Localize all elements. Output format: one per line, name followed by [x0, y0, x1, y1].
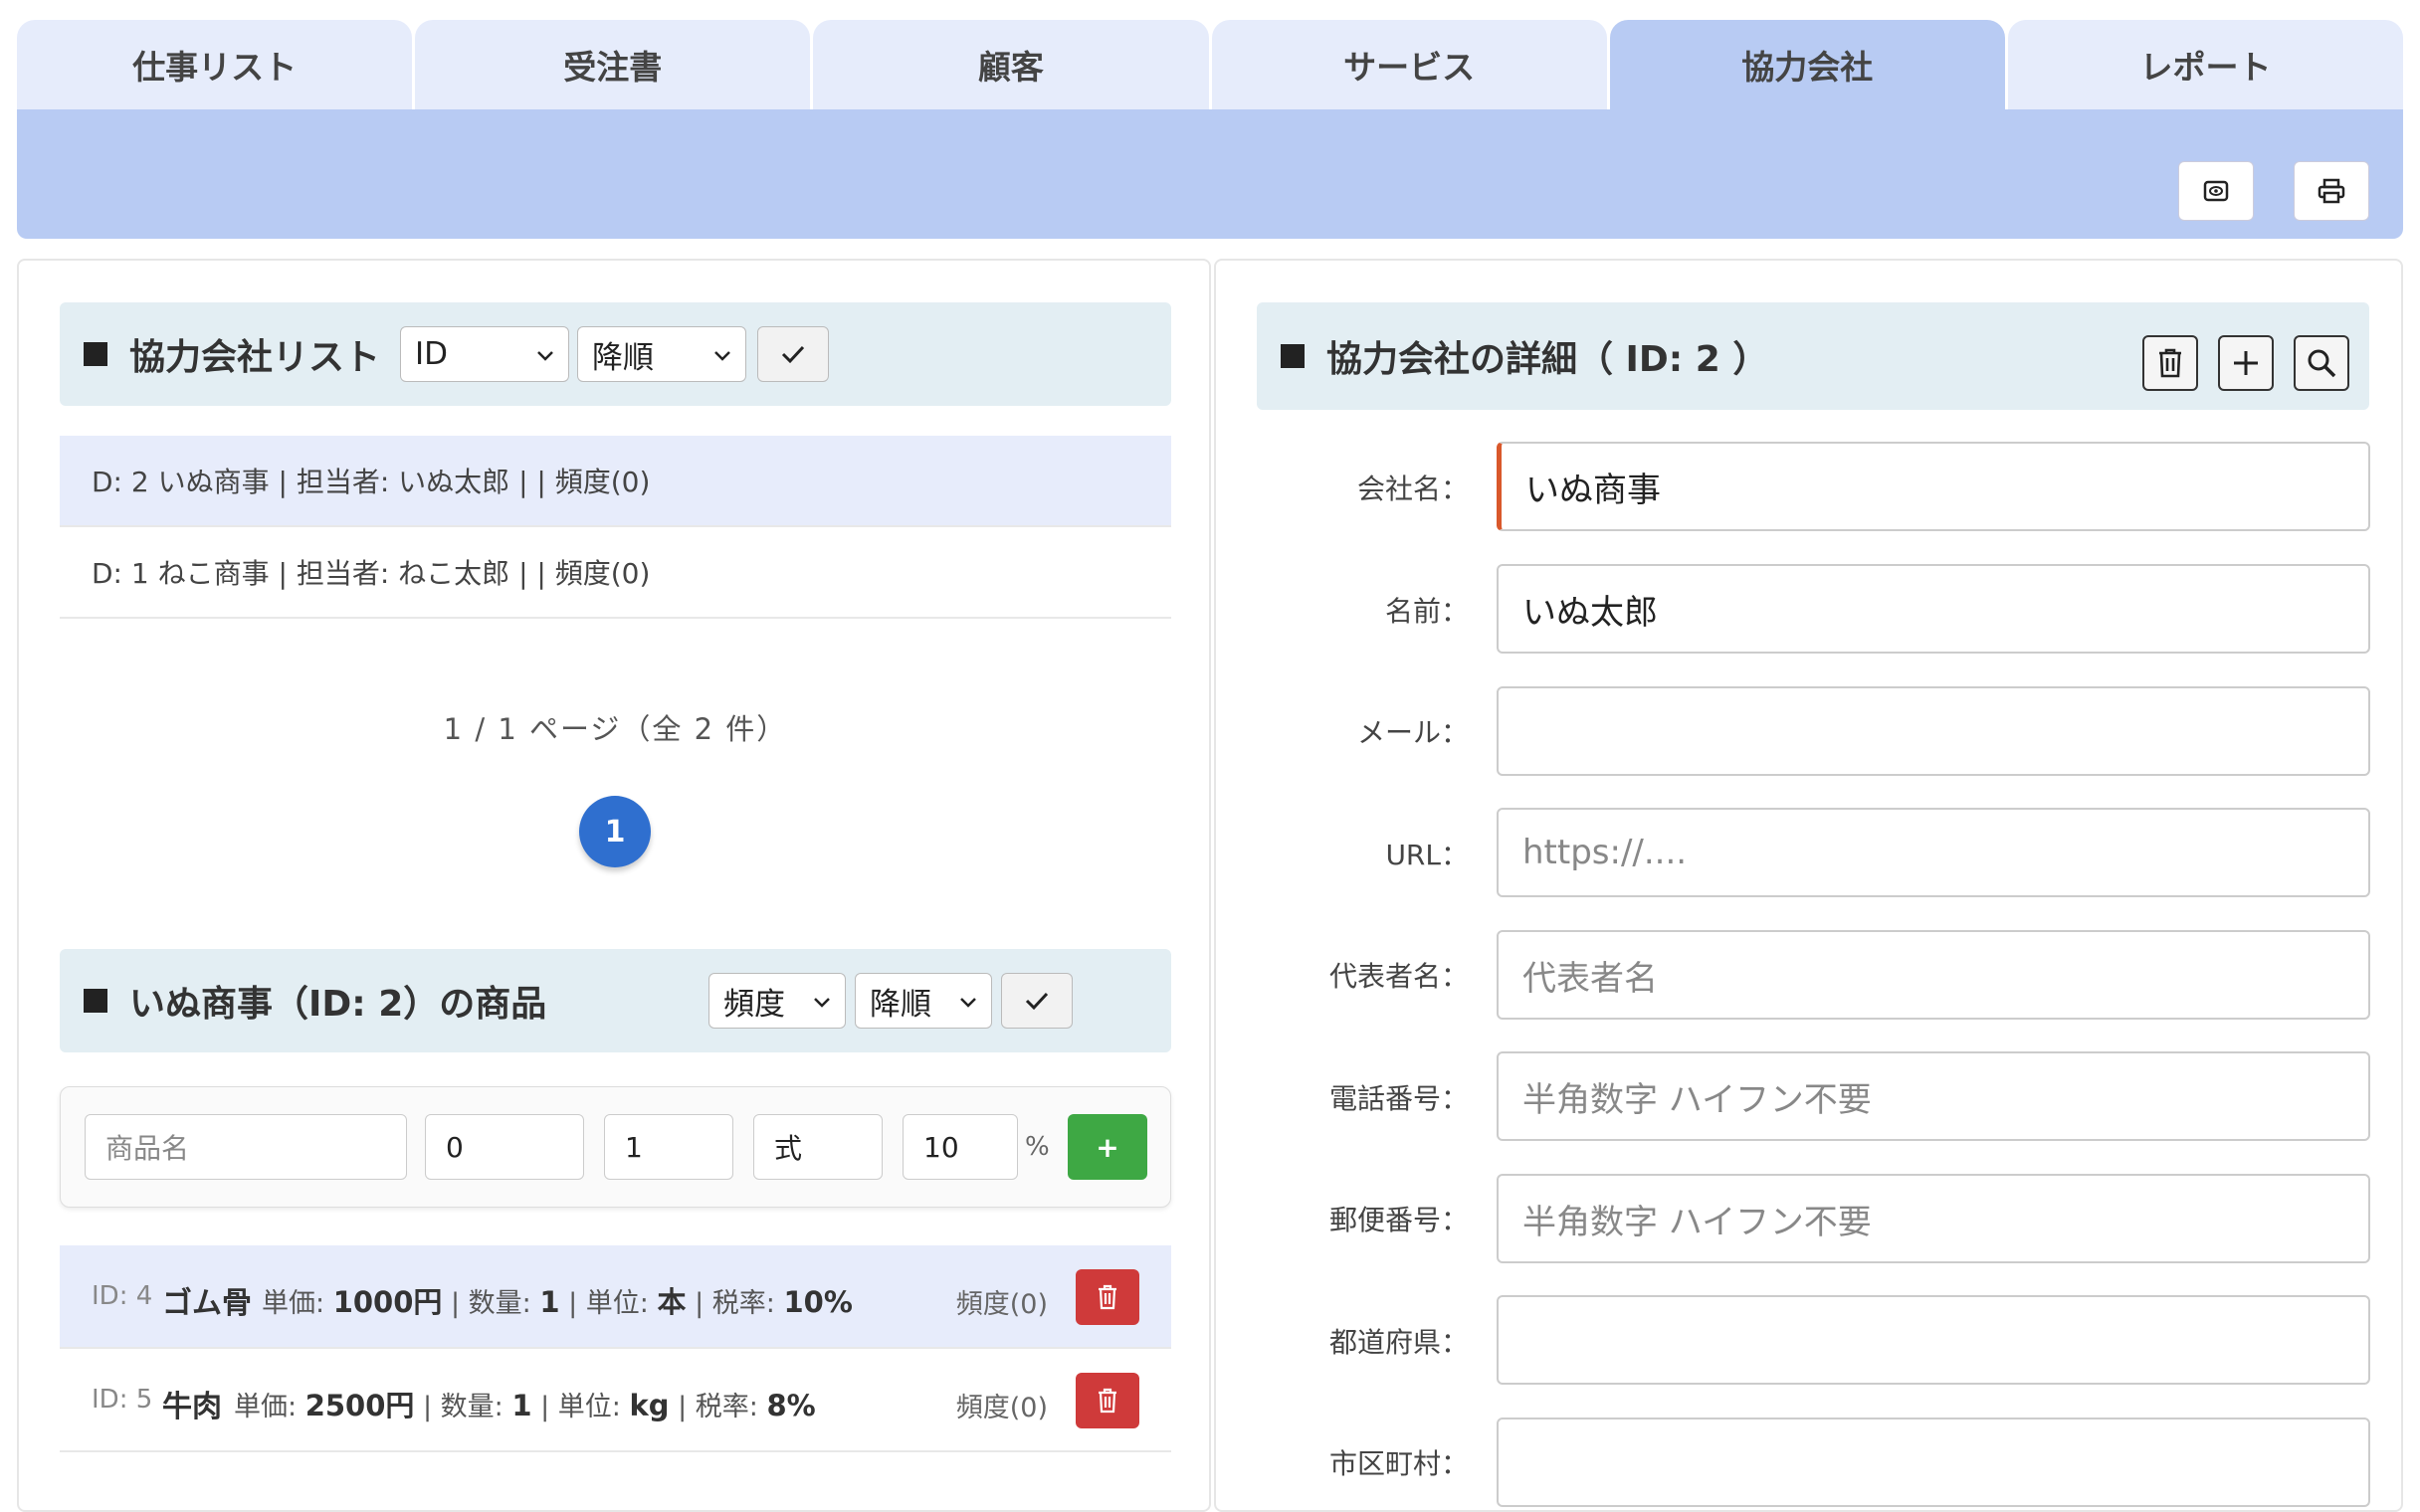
field-label-company: 会社名：: [1356, 472, 1469, 505]
check-icon: [1025, 992, 1049, 1011]
product-frequency: 頻度(0): [955, 1393, 1048, 1423]
add-partner-button[interactable]: [2218, 335, 2274, 391]
square-bullet-icon: [1281, 344, 1305, 368]
field-label-city: 市区町村：: [1328, 1447, 1469, 1480]
field-label-phone: 電話番号：: [1328, 1082, 1469, 1115]
delete-product-button[interactable]: [1076, 1373, 1139, 1428]
contact-name-field[interactable]: いぬ太郎: [1497, 564, 2370, 654]
field-label-email: メール：: [1356, 716, 1469, 749]
sort-order-value: 降順: [870, 986, 931, 1023]
printer-icon: [2318, 178, 2345, 204]
field-label-prefecture: 都道府県：: [1328, 1326, 1469, 1359]
product-meta: 単価: 2500円 | 数量: 1 | 単位: kg | 税率: 8%: [234, 1389, 816, 1422]
delete-product-button[interactable]: [1076, 1269, 1139, 1325]
product-row[interactable]: ID: 4 ゴム骨 単価: 1000円 | 数量: 1 | 単位: 本 | 税率…: [60, 1245, 1171, 1349]
product-id: ID: 5: [92, 1385, 153, 1415]
field-label-url: URL：: [1385, 839, 1469, 871]
quantity-input[interactable]: 1: [604, 1114, 733, 1180]
sort-order-select[interactable]: 降順: [577, 326, 746, 382]
page-info: 1 / 1 ページ（全 2 件）: [443, 712, 788, 746]
sort-field-value: 頻度: [723, 986, 785, 1023]
list-item[interactable]: D: 1 ねこ商事 | 担当者: ねこ太郎 | | 頻度(0): [60, 527, 1171, 619]
list-item[interactable]: D: 2 いぬ商事 | 担当者: いぬ太郎 | | 頻度(0): [60, 436, 1171, 527]
plus-icon: [2234, 351, 2258, 375]
tab-customers[interactable]: 顧客: [813, 20, 1209, 109]
company-name-field[interactable]: いぬ商事: [1497, 442, 2370, 531]
tab-services[interactable]: サービス: [1211, 20, 1607, 109]
email-field[interactable]: [1497, 686, 2370, 776]
product-sort-field-select[interactable]: 頻度: [708, 973, 846, 1029]
product-name: 牛肉: [162, 1390, 222, 1424]
field-label-name: 名前：: [1384, 595, 1469, 628]
unit-input[interactable]: 式: [753, 1114, 883, 1180]
chevron-down-icon: [960, 998, 976, 1008]
chevron-down-icon: [537, 351, 553, 361]
check-icon: [781, 345, 805, 364]
tax-input[interactable]: 10: [903, 1114, 1018, 1180]
prefecture-field[interactable]: [1497, 1295, 2370, 1385]
search-partner-button[interactable]: [2294, 335, 2349, 391]
section-title: いぬ商事（ID: 2）の商品: [129, 984, 547, 1025]
main-tabs: 仕事リスト 受注書 顧客 サービス 協力会社 レポート: [17, 20, 2404, 109]
trash-icon: [2159, 348, 2181, 378]
add-product-form: 商品名 0 1 式 10 % +: [60, 1086, 1171, 1208]
detail-header: 協力会社の詳細（ ID: 2 ）: [1257, 302, 2369, 410]
apply-sort-button[interactable]: [757, 326, 829, 382]
chevron-down-icon: [714, 351, 730, 361]
product-id: ID: 4: [92, 1281, 153, 1311]
toolbar: [17, 109, 2403, 239]
add-product-button[interactable]: +: [1068, 1114, 1147, 1180]
tab-orders[interactable]: 受注書: [415, 20, 811, 109]
delete-partner-button[interactable]: [2142, 335, 2198, 391]
product-meta: 単価: 1000円 | 数量: 1 | 単位: 本 | 税率: 10%: [262, 1285, 853, 1319]
trash-icon: [1099, 1388, 1116, 1414]
city-field[interactable]: [1497, 1418, 2370, 1507]
section-title: 協力会社リスト: [129, 337, 381, 378]
phone-field[interactable]: 半角数字 ハイフン不要: [1497, 1051, 2370, 1141]
tab-jobs[interactable]: 仕事リスト: [17, 20, 413, 109]
tab-reports[interactable]: レポート: [2007, 20, 2404, 109]
preview-button[interactable]: [2178, 161, 2254, 221]
partner-list-header: 協力会社リスト ID 降順: [60, 302, 1171, 406]
sort-order-value: 降順: [592, 339, 654, 376]
percent-label: %: [1025, 1132, 1050, 1162]
chevron-down-icon: [814, 998, 830, 1008]
product-sort-order-select[interactable]: 降順: [855, 973, 992, 1029]
sort-field-value: ID: [415, 336, 449, 372]
tab-partners[interactable]: 協力会社: [1609, 20, 2005, 109]
square-bullet-icon: [84, 342, 107, 366]
products-header: いぬ商事（ID: 2）の商品 頻度 降順: [60, 949, 1171, 1052]
postal-code-field[interactable]: 半角数字 ハイフン不要: [1497, 1174, 2370, 1263]
price-input[interactable]: 0: [425, 1114, 584, 1180]
product-frequency: 頻度(0): [955, 1289, 1048, 1320]
product-row[interactable]: ID: 5 牛肉 単価: 2500円 | 数量: 1 | 単位: kg | 税率…: [60, 1349, 1171, 1452]
product-name: ゴム骨: [162, 1286, 252, 1321]
sort-field-select[interactable]: ID: [400, 326, 569, 382]
search-icon: [2308, 349, 2336, 378]
partner-detail-panel: 協力会社の詳細（ ID: 2 ） 会社名： いぬ商事 名前： いぬ太郎 メール：…: [1214, 259, 2403, 1512]
preview-icon: [2203, 180, 2229, 202]
url-field[interactable]: https://....: [1497, 808, 2370, 897]
partner-list-panel: 協力会社リスト ID 降順 D: 2 いぬ商事 | 担当者: いぬ太郎 | | …: [17, 259, 1211, 1512]
field-label-postal: 郵便番号：: [1328, 1204, 1469, 1236]
square-bullet-icon: [84, 989, 107, 1013]
page-button[interactable]: 1: [579, 796, 651, 867]
product-name-input[interactable]: 商品名: [85, 1114, 407, 1180]
apply-product-sort-button[interactable]: [1001, 973, 1073, 1029]
representative-field[interactable]: 代表者名: [1497, 930, 2370, 1020]
section-title: 協力会社の詳細（ ID: 2 ）: [1326, 339, 1769, 380]
print-button[interactable]: [2294, 161, 2369, 221]
field-label-representative: 代表者名：: [1328, 960, 1469, 993]
trash-icon: [1099, 1284, 1116, 1310]
